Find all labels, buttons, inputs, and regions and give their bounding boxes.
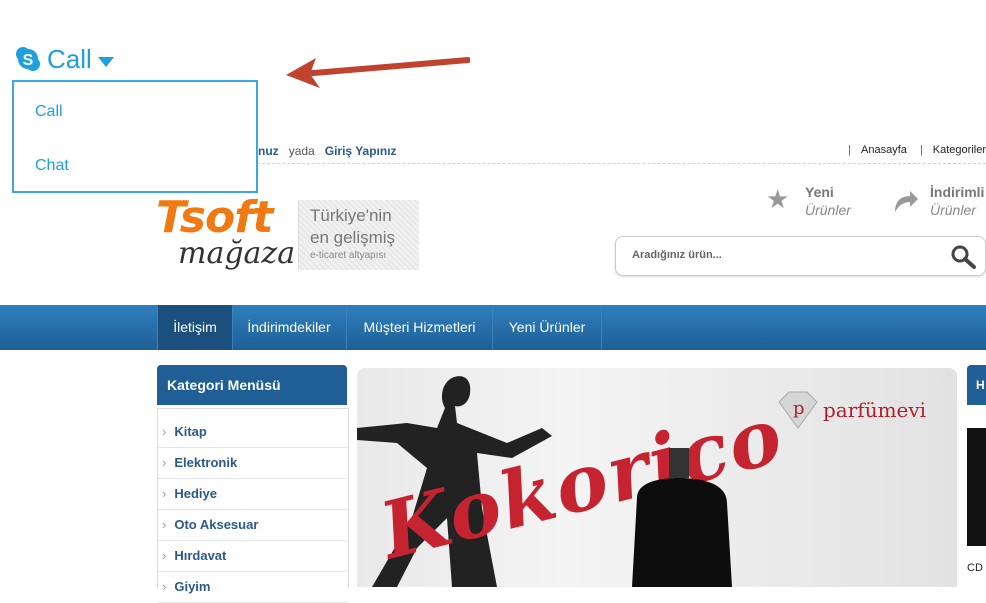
logo-magaza: mağaza — [178, 236, 296, 271]
main-nav: İletişim İndirimdekiler Müşteri Hizmetle… — [0, 305, 986, 350]
category-label: Oto Aksesuar — [174, 517, 259, 532]
login-link[interactable]: Giriş Yapınız — [325, 144, 397, 158]
quick-link-new-title: Yeni — [805, 184, 834, 200]
quick-link-discount-sub: Ürünler — [930, 202, 976, 218]
category-menu-header: Kategori Menüsü — [157, 365, 347, 405]
category-label: Hırdavat — [174, 548, 227, 563]
right-panel-product-image[interactable] — [967, 428, 986, 546]
chevron-right-icon: › — [162, 455, 167, 470]
chevron-right-icon: › — [162, 424, 167, 439]
category-list: › Kitap › Elektronik › Hediye › Oto Aksesuar… — [157, 408, 349, 603]
brand-logo: p parfümevi — [775, 390, 927, 430]
svg-text:S: S — [23, 52, 34, 69]
category-label: Elektronik — [174, 455, 238, 470]
top-link-home[interactable]: Anasayfa — [861, 144, 907, 156]
star-icon: ★ — [766, 184, 790, 214]
chevron-right-icon: › — [162, 548, 167, 563]
top-divider — [157, 163, 986, 164]
quick-link-new-sub: Ürünler — [805, 202, 851, 218]
brand-name: parfümevi — [823, 398, 927, 422]
top-link-categories[interactable]: Kategoriler — [933, 144, 986, 156]
category-item-giyim[interactable]: › Giyim — [158, 571, 348, 603]
category-item-kitap[interactable]: › Kitap — [158, 416, 348, 448]
chevron-right-icon: › — [162, 517, 167, 532]
skype-dropdown-menu: Call Chat — [12, 80, 258, 193]
top-links: | Anasayfa | Kategoriler — [848, 144, 986, 156]
diamond-icon: p — [778, 391, 818, 429]
category-item-hirdavat[interactable]: › Hırdavat — [158, 540, 348, 572]
category-label: Hediye — [174, 486, 217, 501]
category-item-elektronik[interactable]: › Elektronik — [158, 447, 348, 479]
nav-item-contact[interactable]: İletişim — [157, 305, 233, 350]
tagline-line-1: Türkiye'nin — [310, 206, 392, 225]
perfume-bottle-image — [632, 448, 732, 587]
skype-call-label: Call — [47, 44, 92, 74]
search-box[interactable]: Aradığınız ürün... — [615, 236, 986, 276]
login-partial-text: nuz — [258, 144, 279, 158]
chevron-right-icon: › — [162, 486, 167, 501]
tagline-line-3: e-ticaret altyapısı — [310, 250, 387, 261]
curved-arrow-icon — [895, 191, 918, 212]
search-input[interactable]: Aradığınız ürün... — [632, 249, 722, 261]
menu-item-call[interactable]: Call — [35, 103, 63, 121]
svg-text:p: p — [793, 398, 805, 419]
tagline-line-2: en gelişmiş — [310, 228, 396, 247]
login-prompt: nuz yada Giriş Yapınız — [258, 144, 397, 158]
category-item-hediye[interactable]: › Hediye — [158, 478, 348, 510]
caret-down-icon[interactable] — [97, 56, 115, 68]
category-item-oto-aksesuar[interactable]: › Oto Aksesuar — [158, 509, 348, 541]
annotation-arrow — [286, 57, 470, 88]
login-or-text: yada — [288, 144, 315, 158]
quick-link-discount-title: İndirimli — [930, 184, 985, 200]
skype-call-button[interactable]: S Call — [15, 44, 125, 74]
menu-item-chat[interactable]: Chat — [35, 157, 69, 175]
category-menu-title: Kategori Menüsü — [167, 377, 281, 393]
nav-item-new-products[interactable]: Yeni Ürünler — [493, 305, 602, 350]
promo-banner[interactable]: Kokorico p parfümevi — [357, 368, 957, 587]
right-panel-title: H — [976, 378, 985, 392]
category-label: Kitap — [174, 424, 207, 439]
skype-icon: S — [16, 47, 40, 71]
right-panel-text: CD — [967, 562, 983, 574]
nav-item-discounts[interactable]: İndirimdekiler — [232, 305, 347, 350]
search-icon[interactable] — [949, 243, 977, 269]
nav-item-customer-service[interactable]: Müşteri Hizmetleri — [347, 305, 493, 350]
